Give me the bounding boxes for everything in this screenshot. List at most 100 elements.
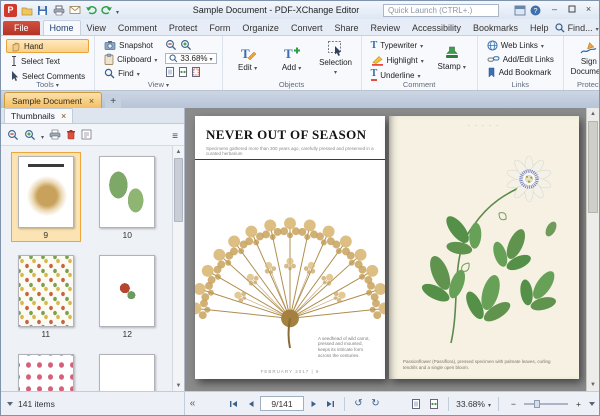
panel-properties-icon[interactable] <box>81 129 92 140</box>
collapse-panel-icon[interactable] <box>185 396 200 411</box>
snapshot-button[interactable]: Snapshot <box>100 39 161 51</box>
fit-width-icon[interactable] <box>178 66 188 78</box>
thumbnail-page-12[interactable]: 12 <box>92 251 162 341</box>
panel-options-caret-icon[interactable] <box>7 402 13 409</box>
thumbnail-page-number: 10 <box>123 228 132 240</box>
previous-view-icon[interactable] <box>351 396 366 411</box>
panel-delete-icon[interactable] <box>66 129 76 140</box>
panel-print-icon[interactable] <box>49 129 61 140</box>
status-zoom-caret-icon[interactable] <box>488 399 491 409</box>
maximize-button[interactable] <box>563 2 580 16</box>
web-links-button[interactable]: Web Links <box>483 39 558 52</box>
page-left[interactable]: NEVER OUT OF SEASON Specimens gathered m… <box>195 116 385 379</box>
previous-page-button[interactable] <box>243 396 258 411</box>
page-number-box[interactable]: 9/141 <box>260 396 304 411</box>
select-text-button[interactable]: Select Text <box>6 54 89 68</box>
left-page-caption: A seedhead of wild carrot, pressed and m… <box>318 336 376 359</box>
thumbnail-page-13[interactable]: 13 <box>11 350 81 391</box>
document-scrollbar-thumb[interactable] <box>588 121 598 213</box>
email-icon[interactable] <box>68 4 81 17</box>
new-document-tab-button[interactable]: + <box>105 94 121 108</box>
close-button[interactable]: × <box>580 2 597 16</box>
scroll-up-icon[interactable]: ▲ <box>587 108 599 120</box>
zoom-in-button[interactable]: + <box>571 396 586 411</box>
find-button[interactable]: Find <box>100 67 161 80</box>
sign-document-button[interactable]: SignDocument <box>569 39 600 78</box>
tab-bookmarks[interactable]: Bookmarks <box>467 21 524 35</box>
tab-help[interactable]: Help <box>524 21 555 35</box>
help-icon[interactable]: ? <box>530 5 541 16</box>
zoom-out-button[interactable]: − <box>506 396 521 411</box>
next-page-button[interactable] <box>306 396 321 411</box>
hand-tool-button[interactable]: Hand <box>6 39 89 53</box>
last-page-button[interactable] <box>323 396 338 411</box>
stamp-button[interactable]: Stamp <box>432 39 472 78</box>
panel-menu-icon[interactable] <box>172 126 178 144</box>
thumbnail-page-14[interactable]: 14 <box>92 350 162 391</box>
ribbon-zoom-select[interactable]: 33.68% <box>165 53 216 65</box>
selection-objects-button[interactable]: Selection <box>316 39 356 78</box>
panel-scroll-up-icon[interactable]: ▲ <box>173 146 184 157</box>
zoom-slider-knob[interactable] <box>534 400 540 408</box>
fit-visible-icon[interactable] <box>191 66 201 78</box>
panel-close-icon[interactable] <box>61 111 66 121</box>
quick-access-caret-icon[interactable] <box>116 1 119 19</box>
view-dialog-launcher-icon[interactable] <box>166 80 169 89</box>
minimize-button[interactable]: – <box>546 2 563 16</box>
tab-protect[interactable]: Protect <box>163 21 204 35</box>
tab-accessibility[interactable]: Accessibility <box>406 21 467 35</box>
tab-share[interactable]: Share <box>328 21 364 35</box>
status-zoom-value[interactable]: 33.68% <box>456 399 485 409</box>
panel-scroll-down-icon[interactable]: ▼ <box>173 380 184 391</box>
document-tab-close-icon[interactable] <box>89 96 94 106</box>
panel-scrollbar[interactable]: ▲ ▼ <box>172 146 184 391</box>
zoom-out-tool-icon[interactable] <box>165 39 177 51</box>
undo-icon[interactable] <box>84 4 97 17</box>
document-tab-active[interactable]: Sample Document <box>4 92 102 108</box>
status-options-caret-icon[interactable] <box>589 402 595 409</box>
add-objects-button[interactable]: T Add <box>272 39 312 78</box>
edit-objects-button[interactable]: T Edit <box>228 39 268 78</box>
panel-zoom-caret-icon[interactable] <box>41 126 44 144</box>
thumbnail-page-9[interactable]: 9 <box>11 152 81 242</box>
highlight-button[interactable]: Highlight <box>367 53 428 67</box>
tab-file[interactable]: File <box>3 21 40 35</box>
scroll-down-icon[interactable]: ▼ <box>587 379 599 391</box>
switch-ui-icon[interactable] <box>514 5 526 16</box>
panel-zoom-in-icon[interactable] <box>24 129 36 141</box>
panel-zoom-out-icon[interactable] <box>7 129 19 141</box>
page-right[interactable]: · · · · · <box>389 116 579 379</box>
fit-page-status-icon[interactable] <box>408 396 423 411</box>
zoom-slider[interactable] <box>524 403 568 405</box>
tab-review[interactable]: Review <box>365 21 407 35</box>
thumbnail-page-10[interactable]: 10 <box>92 152 162 242</box>
quick-launch-input[interactable] <box>383 4 499 17</box>
tab-convert[interactable]: Convert <box>285 21 329 35</box>
add-edit-links-button[interactable]: Add/Edit Links <box>483 53 558 65</box>
tab-comment[interactable]: Comment <box>112 21 163 35</box>
clipboard-button[interactable]: Clipboard <box>100 52 161 66</box>
tools-dialog-launcher-icon[interactable] <box>56 80 59 89</box>
thumbnails-panel-tab[interactable]: Thumbnails <box>4 108 73 123</box>
zoom-in-tool-icon[interactable] <box>180 39 192 51</box>
ribbon-group-links: Web Links Add/Edit Links Add Bookmark Li… <box>478 36 564 90</box>
typewriter-button[interactable]: T Typewriter <box>367 39 428 52</box>
fit-page-icon[interactable] <box>165 66 175 78</box>
next-view-icon[interactable] <box>368 396 383 411</box>
thumbnail-page-11[interactable]: 11 <box>11 251 81 341</box>
open-file-icon[interactable] <box>20 4 33 17</box>
tab-view[interactable]: View <box>81 21 112 35</box>
panel-scrollbar-thumb[interactable] <box>174 158 183 222</box>
add-bookmark-button[interactable]: Add Bookmark <box>483 66 558 79</box>
redo-icon[interactable] <box>100 4 113 17</box>
tab-form[interactable]: Form <box>203 21 236 35</box>
first-page-button[interactable] <box>226 396 241 411</box>
tab-organize[interactable]: Organize <box>236 21 285 35</box>
print-icon[interactable] <box>52 4 65 17</box>
document-view[interactable]: NEVER OUT OF SEASON Specimens gathered m… <box>185 108 599 391</box>
save-icon[interactable] <box>36 4 49 17</box>
tab-home[interactable]: Home <box>43 20 81 36</box>
document-scrollbar[interactable]: ▲ ▼ <box>586 108 599 391</box>
find-menu[interactable]: Find... <box>555 23 599 33</box>
fit-width-status-icon[interactable] <box>426 396 441 411</box>
